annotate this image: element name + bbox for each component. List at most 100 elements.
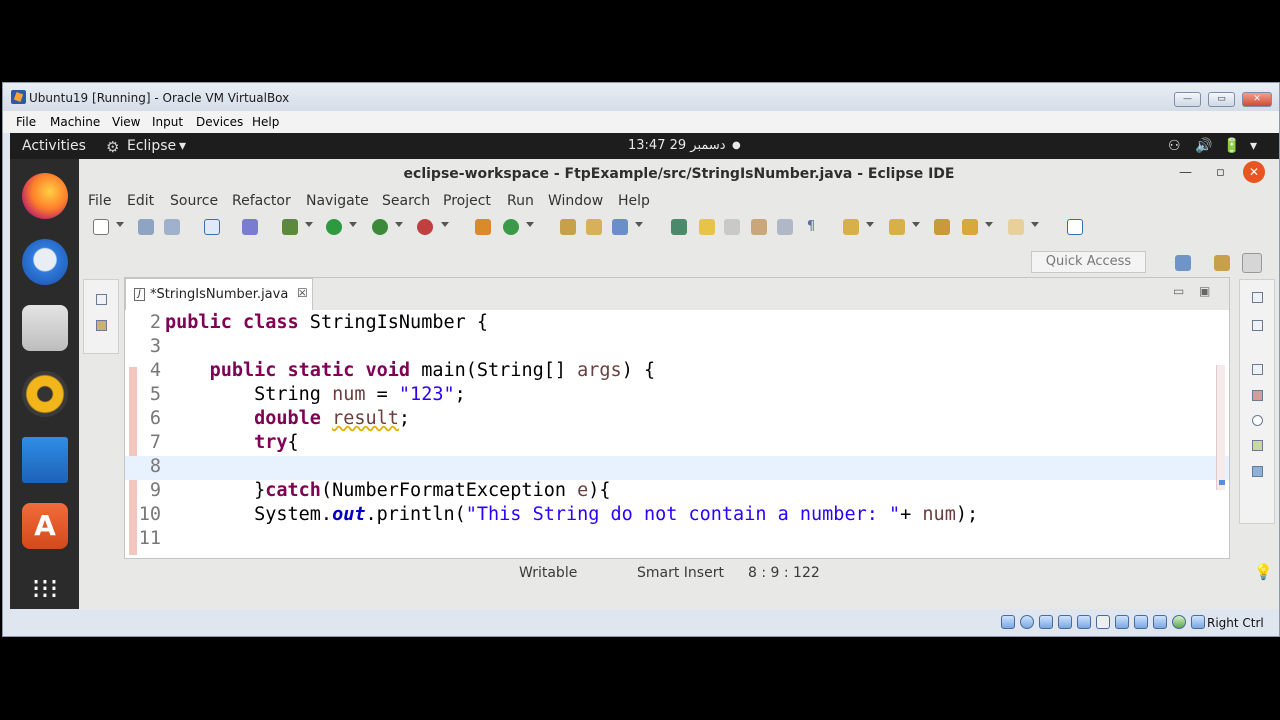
block-selection-icon[interactable]: [724, 219, 740, 235]
run-icon[interactable]: [326, 219, 342, 235]
restore-button[interactable]: ▭: [1208, 92, 1235, 107]
mark-occurrences-icon[interactable]: [699, 219, 715, 235]
run-dropdown-icon[interactable]: [349, 222, 357, 227]
menu-edit[interactable]: Edit: [127, 193, 154, 209]
debug-dropdown-icon[interactable]: [305, 222, 313, 227]
network-adapter-icon[interactable]: [1058, 615, 1072, 629]
external-tools-dropdown-icon[interactable]: [441, 222, 449, 227]
vb-menu-view[interactable]: View: [112, 115, 140, 129]
battery-icon[interactable]: 🔋: [1223, 138, 1240, 154]
open-perspective-icon[interactable]: [1175, 255, 1191, 271]
next-annotation-icon[interactable]: [843, 219, 859, 235]
terminal-icon[interactable]: [204, 219, 220, 235]
save-icon[interactable]: [138, 219, 154, 235]
show-whitespace-icon[interactable]: [777, 219, 793, 235]
annotation-icon[interactable]: [671, 219, 687, 235]
open-task-icon[interactable]: [586, 219, 602, 235]
volume-icon[interactable]: 🔊: [1195, 138, 1212, 154]
vt-x-icon[interactable]: [1153, 615, 1167, 629]
show-applications-icon[interactable]: ⁝⁝⁝: [22, 569, 68, 609]
forward-dropdown-icon[interactable]: [1031, 222, 1039, 227]
pin-editor-icon[interactable]: [1067, 219, 1083, 235]
search-icon[interactable]: [612, 219, 628, 235]
activities-button[interactable]: Activities: [22, 138, 86, 154]
app-menu-button[interactable]: Eclipse: [127, 138, 176, 154]
back-icon[interactable]: [962, 219, 978, 235]
menu-navigate[interactable]: Navigate: [306, 193, 369, 209]
debug-icon[interactable]: [282, 219, 298, 235]
minimize-button[interactable]: —: [1174, 92, 1201, 107]
menu-refactor[interactable]: Refactor: [232, 193, 291, 209]
keyboard-capture-icon[interactable]: [1191, 615, 1205, 629]
external-tools-icon[interactable]: [417, 219, 433, 235]
network-icon[interactable]: ⚇: [1168, 138, 1181, 154]
problems-icon[interactable]: [1252, 390, 1263, 401]
mouse-integration-icon[interactable]: [1172, 615, 1186, 629]
system-menu-chevron-down-icon[interactable]: ▾: [1250, 138, 1257, 154]
firefox-icon[interactable]: [22, 173, 68, 219]
optical-drive-icon[interactable]: [1020, 615, 1034, 629]
search-dropdown-icon[interactable]: [635, 222, 643, 227]
vb-menu-devices[interactable]: Devices: [196, 115, 243, 129]
restore-view-icon[interactable]: [96, 294, 107, 305]
new-icon[interactable]: [93, 219, 109, 235]
display-icon[interactable]: [1115, 615, 1129, 629]
vb-menu-help[interactable]: Help: [252, 115, 279, 129]
shared-folders-icon[interactable]: [1096, 615, 1110, 629]
code-area[interactable]: 2 public class StringIsNumber { 3 4 publi…: [125, 310, 1229, 558]
vb-menu-input[interactable]: Input: [152, 115, 183, 129]
word-wrap-icon[interactable]: [751, 219, 767, 235]
previous-annotation-icon[interactable]: [889, 219, 905, 235]
code-editor[interactable]: J *StringIsNumber.java ☒ ▭ ▣ 2 public cla…: [124, 277, 1230, 559]
eclipse-minimize-button[interactable]: —: [1179, 165, 1192, 180]
close-button[interactable]: ✕: [1242, 92, 1272, 107]
restore-right-view-icon[interactable]: [1252, 292, 1263, 303]
previous-annotation-dropdown-icon[interactable]: [912, 222, 920, 227]
recording-icon[interactable]: [1134, 615, 1148, 629]
clock[interactable]: 13:47 29 دسمبر: [628, 138, 726, 153]
quick-access-input[interactable]: Quick Access: [1031, 251, 1146, 273]
declaration-icon[interactable]: [1252, 440, 1263, 451]
coverage-dropdown-icon[interactable]: [395, 222, 403, 227]
console-icon[interactable]: [1252, 466, 1263, 477]
back-dropdown-icon[interactable]: [985, 222, 993, 227]
menu-help[interactable]: Help: [618, 193, 650, 209]
forward-icon[interactable]: [1008, 219, 1024, 235]
lightbulb-icon[interactable]: 💡: [1254, 563, 1273, 581]
new-java-class-icon[interactable]: [503, 219, 519, 235]
menu-project[interactable]: Project: [443, 193, 491, 209]
coverage-icon[interactable]: [372, 219, 388, 235]
files-icon[interactable]: [22, 305, 68, 351]
tab-close-icon[interactable]: ☒: [297, 286, 308, 300]
editor-maximize-button[interactable]: ▣: [1199, 284, 1210, 298]
rhythmbox-icon[interactable]: [22, 371, 68, 417]
vb-menu-file[interactable]: File: [16, 115, 36, 129]
hard-disk-icon[interactable]: [1001, 615, 1015, 629]
save-all-icon[interactable]: [164, 219, 180, 235]
new-java-project-icon[interactable]: [475, 219, 491, 235]
open-type-icon[interactable]: [560, 219, 576, 235]
next-annotation-dropdown-icon[interactable]: [866, 222, 874, 227]
thunderbird-icon[interactable]: [22, 239, 68, 285]
java-perspective-icon[interactable]: [1242, 253, 1262, 273]
menu-window[interactable]: Window: [548, 193, 603, 209]
skip-breakpoints-icon[interactable]: [242, 219, 258, 235]
pilcrow-icon[interactable]: ¶: [803, 219, 819, 235]
debug-perspective-icon[interactable]: [1214, 255, 1230, 271]
eclipse-maximize-button[interactable]: ▫: [1216, 165, 1225, 180]
vb-menu-machine[interactable]: Machine: [50, 115, 100, 129]
menu-source[interactable]: Source: [170, 193, 218, 209]
javadoc-icon[interactable]: [1252, 415, 1263, 426]
last-edit-icon[interactable]: [934, 219, 950, 235]
overview-marker[interactable]: [1219, 480, 1225, 485]
ubuntu-software-icon[interactable]: A: [22, 503, 68, 549]
menu-search[interactable]: Search: [382, 193, 430, 209]
new-dropdown-icon[interactable]: [116, 222, 124, 227]
restore-bottom-view-icon[interactable]: [1252, 364, 1263, 375]
outline-icon[interactable]: [1252, 320, 1263, 331]
audio-icon[interactable]: [1039, 615, 1053, 629]
tab-stringisnumber-java[interactable]: J *StringIsNumber.java ☒: [125, 278, 313, 310]
overview-ruler[interactable]: [1216, 365, 1225, 490]
editor-minimize-button[interactable]: ▭: [1173, 284, 1184, 298]
usb-icon[interactable]: [1077, 615, 1091, 629]
